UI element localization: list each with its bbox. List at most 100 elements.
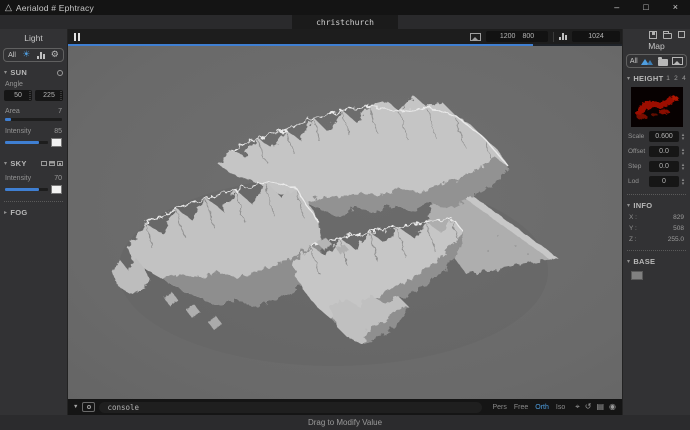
sky-mode-icons: [41, 161, 63, 166]
close-button[interactable]: ×: [673, 0, 678, 15]
offset-field[interactable]: 0.0: [649, 146, 679, 157]
lod-buttons: 1 2 4: [666, 75, 686, 82]
view-mode-pers[interactable]: Pers: [492, 404, 506, 411]
sun-angle-x-field[interactable]: 50: [4, 90, 32, 101]
fog-section-header[interactable]: ▸ FOG: [0, 208, 67, 217]
view-mode-free[interactable]: Free: [514, 404, 528, 411]
lod-1-button[interactable]: 1: [666, 75, 670, 82]
render-samples-field[interactable]: 1024: [572, 31, 620, 42]
view-mode-orth[interactable]: Orth: [535, 404, 549, 411]
sun-area-slider[interactable]: [5, 118, 62, 121]
title-bar: △ Aerialod # Ephtracy – □ ×: [0, 0, 690, 15]
light-all-button[interactable]: All: [8, 52, 16, 59]
sky-intensity-label: Intensity: [5, 175, 31, 182]
camera-button[interactable]: [82, 402, 95, 412]
info-y-value: 508: [673, 225, 684, 232]
sun-area-row: Area 7: [0, 108, 67, 115]
sun-angle-label: Angle: [5, 81, 67, 88]
map-panel: Map All ▾ HEIGHT 1 2 4: [622, 29, 690, 415]
info-z-row: Z : 255.0: [623, 236, 690, 243]
console-input[interactable]: [99, 402, 482, 413]
image-icon[interactable]: [672, 57, 683, 65]
console-icons: ⌖ ↺ ▤ ◉: [575, 402, 616, 412]
fog-arrow-icon: ▸: [4, 209, 7, 216]
map-panel-header[interactable]: Map: [623, 40, 690, 52]
sky-color-swatch[interactable]: [51, 185, 62, 194]
base-section-header[interactable]: ▾ BASE: [623, 257, 690, 266]
film-icon[interactable]: ▤: [596, 402, 604, 412]
sun-intensity-slider[interactable]: [5, 141, 48, 144]
fog-section-title: FOG: [10, 208, 27, 217]
sky-intensity-slider[interactable]: [5, 188, 48, 191]
step-down-icon[interactable]: ▾: [682, 182, 685, 186]
render-canvas[interactable]: [68, 46, 622, 399]
globe-icon[interactable]: ◉: [609, 402, 616, 412]
scale-stepper[interactable]: ▴ ▾: [679, 133, 687, 141]
step-field[interactable]: 0.0: [649, 161, 679, 172]
mountain-icon[interactable]: [641, 58, 654, 65]
light-panel-header[interactable]: Light: [0, 29, 67, 46]
render-image-icon[interactable]: [470, 33, 481, 41]
open-folder-icon[interactable]: [663, 33, 672, 39]
sky-color-icon[interactable]: [41, 161, 47, 166]
sky-intensity-value: 70: [54, 175, 62, 182]
reset-view-icon[interactable]: ↺: [585, 402, 592, 412]
lod-2-button[interactable]: 2: [674, 75, 678, 82]
status-hint: Drag to Modify Value: [308, 418, 382, 427]
sun-angle-y-field[interactable]: 225: [35, 90, 63, 101]
sky-intensity-row: Intensity 70: [0, 175, 67, 182]
gear-icon[interactable]: ⚙: [51, 50, 59, 60]
histogram-icon[interactable]: [37, 52, 45, 59]
height-section-header[interactable]: ▾ HEIGHT 1 2 4: [623, 74, 690, 83]
scale-row: Scale 0.600 ▴ ▾: [626, 131, 687, 142]
pause-button[interactable]: [74, 33, 80, 41]
info-section-header[interactable]: ▾ INFO: [623, 201, 690, 210]
step-down-icon[interactable]: ▾: [682, 152, 685, 156]
sun-icon[interactable]: ☀: [22, 50, 30, 60]
sun-section-header[interactable]: ▾ SUN: [0, 68, 67, 77]
scale-label: Scale: [626, 133, 649, 140]
divider: [553, 32, 554, 42]
minimize-button[interactable]: –: [614, 0, 619, 15]
sun-toggle-icon[interactable]: [57, 70, 63, 76]
save-icon[interactable]: [649, 31, 657, 39]
map-all-button[interactable]: All: [630, 58, 638, 65]
tab-christchurch[interactable]: christchurch: [292, 15, 398, 29]
lod-field[interactable]: 0: [649, 176, 679, 187]
samples-chart-icon[interactable]: [559, 33, 567, 40]
expand-icon[interactable]: [678, 31, 685, 38]
sky-arrow-icon: ▾: [4, 160, 7, 167]
light-filter-group: All ☀ ⚙: [3, 48, 64, 62]
console-dropdown-icon[interactable]: ▼: [73, 404, 78, 410]
divider: [627, 250, 686, 251]
scale-field[interactable]: 0.600: [649, 131, 679, 142]
base-arrow-icon: ▾: [627, 258, 630, 265]
maximize-button[interactable]: □: [643, 0, 648, 15]
offset-label: Offset: [626, 148, 649, 155]
offset-row: Offset 0.0 ▴ ▾: [626, 146, 687, 157]
heightmap-thumbnail[interactable]: [631, 87, 683, 127]
sky-section-header[interactable]: ▾ SKY: [0, 159, 67, 168]
lod-stepper[interactable]: ▴ ▾: [679, 178, 687, 186]
map-panel-actions: [623, 29, 690, 40]
lod-4-button[interactable]: 4: [682, 75, 686, 82]
sun-intensity-row: Intensity 85: [0, 128, 67, 135]
view-mode-iso[interactable]: Iso: [556, 404, 565, 411]
folder-icon[interactable]: [658, 57, 668, 66]
step-down-icon[interactable]: ▾: [682, 137, 685, 141]
window-title: Aerialod # Ephtracy: [16, 3, 94, 13]
sky-image-icon[interactable]: [57, 161, 63, 166]
sky-gradient-icon[interactable]: [49, 161, 55, 166]
target-icon[interactable]: ⌖: [575, 402, 580, 412]
offset-stepper[interactable]: ▴ ▾: [679, 148, 687, 156]
sun-color-swatch[interactable]: [51, 138, 62, 147]
lod-row: Lod 0 ▴ ▾: [626, 176, 687, 187]
console-bar: ▼ Pers Free Orth Iso ⌖ ↺ ▤ ◉: [68, 399, 622, 415]
viewport-column: 1200 800 1024: [68, 29, 622, 415]
sun-section-title: SUN: [10, 68, 27, 77]
render-resolution-field[interactable]: 1200 800: [486, 31, 548, 42]
step-down-icon[interactable]: ▾: [682, 167, 685, 171]
step-stepper[interactable]: ▴ ▾: [679, 163, 687, 171]
base-section-title: BASE: [633, 257, 655, 266]
base-color-swatch[interactable]: [631, 271, 643, 280]
